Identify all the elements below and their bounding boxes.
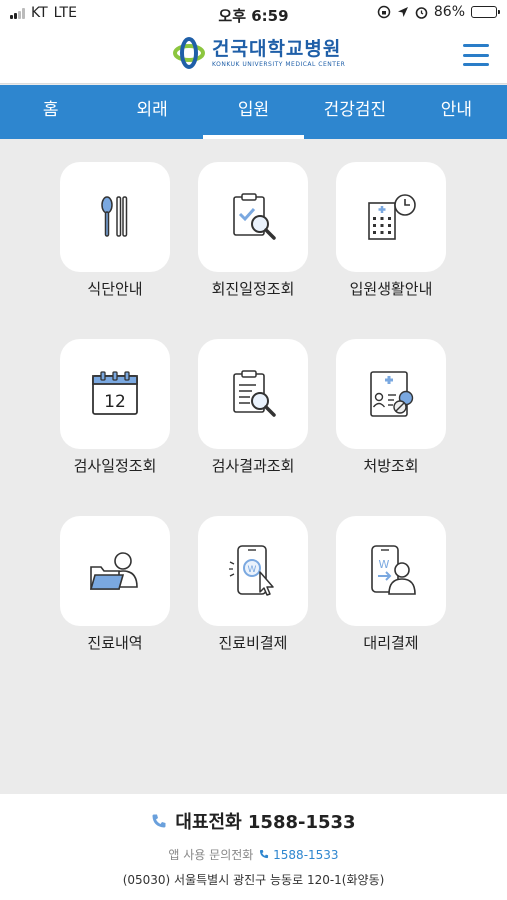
menu-label: 진료내역 xyxy=(87,634,143,652)
tab-outpatient[interactable]: 외래 xyxy=(101,85,202,139)
menu-card[interactable]: 12 xyxy=(60,339,170,449)
menu-label: 진료비결제 xyxy=(218,634,288,652)
calendar-icon: 12 xyxy=(92,371,138,415)
menu-item-meal-info[interactable]: 식단안내 xyxy=(60,162,170,300)
calendar-day: 12 xyxy=(104,392,126,412)
menu-label: 대리결제 xyxy=(363,634,419,652)
main-nav: 홈 외래 입원 건강검진 안내 xyxy=(0,85,507,139)
menu-card[interactable] xyxy=(198,162,308,272)
menu-card[interactable]: W xyxy=(336,516,446,626)
menu-label: 회진일정조회 xyxy=(211,280,295,298)
menu-item-prescription[interactable]: 처방조회 xyxy=(336,339,446,477)
menu-item-treatment-history[interactable]: 진료내역 xyxy=(60,516,170,654)
menu-label: 처방조회 xyxy=(363,457,419,475)
phone-payment-icon: W xyxy=(229,545,274,596)
document-search-icon xyxy=(233,370,276,417)
folder-user-icon xyxy=(89,552,138,590)
main-phone[interactable]: 대표전화 1588-1533 xyxy=(0,808,507,834)
alarm-icon xyxy=(415,6,428,19)
phone-icon xyxy=(152,814,166,828)
main-phone-label: 대표전화 1588-1533 xyxy=(175,812,356,833)
svg-text:W: W xyxy=(248,565,257,575)
menu-item-proxy-payment[interactable]: W 대리결제 xyxy=(336,516,446,654)
menu-grid: 식단안내 회진일정조회 입원생활안내 12 검사일정조회 검사결과조회 처방조회… xyxy=(60,162,450,654)
spoon-chopsticks-icon xyxy=(101,196,128,237)
status-bar: KT LTE 오후 6:59 86% xyxy=(0,0,507,28)
inquiry-label: 앱 사용 문의전화 xyxy=(168,848,254,862)
menu-item-inpatient-guide[interactable]: 입원생활안내 xyxy=(336,162,446,300)
footer: 대표전화 1588-1533 앱 사용 문의전화 1588-1533 (0503… xyxy=(0,794,507,900)
address: (05030) 서울특별시 광진구 능동로 120-1(화양동) xyxy=(122,873,385,887)
logo-emblem-icon xyxy=(173,37,205,69)
menu-label: 검사일정조회 xyxy=(73,457,157,475)
battery-percent: 86% xyxy=(433,4,465,20)
menu-card[interactable] xyxy=(336,162,446,272)
menu-card[interactable] xyxy=(60,162,170,272)
location-arrow-icon xyxy=(397,7,408,17)
tab-home[interactable]: 홈 xyxy=(0,85,101,139)
logo-name: 건국대학교병원 xyxy=(212,38,342,60)
status-icons: 86% xyxy=(377,4,500,20)
tab-info[interactable]: 안내 xyxy=(406,85,507,139)
hospital-logo[interactable]: 건국대학교병원 KONKUK UNIVERSITY MEDICAL CENTER xyxy=(172,36,345,70)
phone-icon xyxy=(260,849,269,858)
menu-card[interactable] xyxy=(198,339,308,449)
svg-text:W: W xyxy=(379,558,390,571)
menu-item-payment[interactable]: W 진료비결제 xyxy=(198,516,308,654)
tab-health-checkup[interactable]: 건강검진 xyxy=(304,85,405,139)
menu-card[interactable]: W xyxy=(198,516,308,626)
menu-item-rounds-schedule[interactable]: 회진일정조회 xyxy=(198,162,308,300)
tab-inpatient[interactable]: 입원 xyxy=(202,85,305,139)
menu-label: 식단안내 xyxy=(87,280,143,298)
battery-icon xyxy=(471,6,500,18)
app-inquiry: 앱 사용 문의전화 1588-1533 xyxy=(0,846,507,863)
lock-rotation-icon xyxy=(377,5,391,19)
inquiry-number: 1588-1533 xyxy=(273,847,339,862)
logo-subtitle: KONKUK UNIVERSITY MEDICAL CENTER xyxy=(212,61,346,68)
menu-card[interactable] xyxy=(336,339,446,449)
prescription-icon xyxy=(370,371,414,417)
hospital-clock-icon xyxy=(368,194,416,240)
menu-icon[interactable] xyxy=(463,44,489,66)
menu-item-exam-results[interactable]: 검사결과조회 xyxy=(198,339,308,477)
menu-item-exam-schedule[interactable]: 12 검사일정조회 xyxy=(60,339,170,477)
menu-card[interactable] xyxy=(60,516,170,626)
clipboard-search-icon xyxy=(233,193,276,240)
menu-label: 입원생활안내 xyxy=(349,280,433,298)
app-header: 건국대학교병원 KONKUK UNIVERSITY MEDICAL CENTER xyxy=(0,28,507,84)
inquiry-number-link[interactable]: 1588-1533 xyxy=(259,847,339,862)
menu-label: 검사결과조회 xyxy=(211,457,295,475)
proxy-payment-icon: W xyxy=(371,545,416,595)
